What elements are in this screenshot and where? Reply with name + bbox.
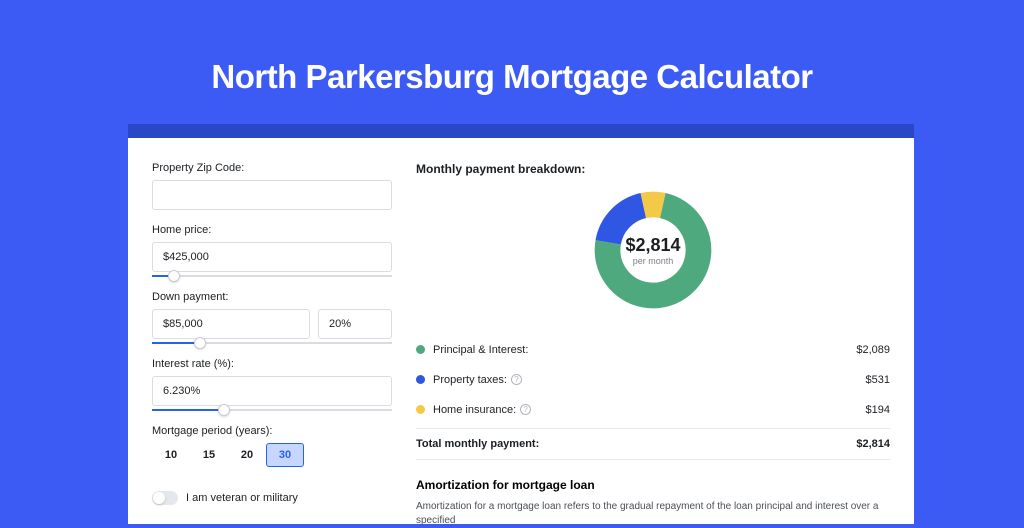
legend: Principal & Interest:$2,089Property taxe… xyxy=(416,334,890,424)
down-payment-pct-input[interactable] xyxy=(318,309,392,339)
donut-amount: $2,814 xyxy=(625,235,680,256)
home-price-input[interactable] xyxy=(152,242,392,272)
period-label: Mortgage period (years): xyxy=(152,425,398,437)
veteran-toggle-knob xyxy=(153,492,165,504)
donut-chart: $2,814 per month xyxy=(593,190,713,310)
interest-slider-thumb[interactable] xyxy=(218,404,230,416)
legend-dot-icon xyxy=(416,345,425,354)
period-button-15[interactable]: 15 xyxy=(190,443,228,467)
period-button-group: 10152030 xyxy=(152,443,398,467)
period-button-30[interactable]: 30 xyxy=(266,443,304,467)
breakdown-column: Monthly payment breakdown: $2,814 per mo… xyxy=(398,138,914,524)
zip-input[interactable] xyxy=(152,180,392,210)
veteran-label: I am veteran or military xyxy=(186,492,298,504)
interest-slider-fill xyxy=(152,409,224,411)
total-row: Total monthly payment: $2,814 xyxy=(416,428,890,460)
legend-label: Principal & Interest: xyxy=(433,344,856,356)
total-label: Total monthly payment: xyxy=(416,438,856,450)
legend-dot-icon xyxy=(416,375,425,384)
info-icon[interactable]: ? xyxy=(520,404,531,415)
legend-row: Home insurance:?$194 xyxy=(416,394,890,424)
veteran-row: I am veteran or military xyxy=(152,491,398,505)
page-title: North Parkersburg Mortgage Calculator xyxy=(0,0,1024,96)
interest-label: Interest rate (%): xyxy=(152,358,398,370)
calculator-panel: Property Zip Code: Home price: Down paym… xyxy=(128,138,914,524)
calculator-panel-wrap: Property Zip Code: Home price: Down paym… xyxy=(128,124,914,524)
legend-row: Property taxes:?$531 xyxy=(416,364,890,394)
donut-sub: per month xyxy=(633,256,674,266)
legend-label: Property taxes:? xyxy=(433,374,866,386)
legend-row: Principal & Interest:$2,089 xyxy=(416,334,890,364)
total-value: $2,814 xyxy=(856,438,890,450)
down-payment-label: Down payment: xyxy=(152,291,398,303)
home-price-slider-thumb[interactable] xyxy=(168,270,180,282)
period-button-20[interactable]: 20 xyxy=(228,443,266,467)
down-payment-slider-fill xyxy=(152,342,200,344)
info-icon[interactable]: ? xyxy=(511,374,522,385)
legend-dot-icon xyxy=(416,405,425,414)
amortization-text: Amortization for a mortgage loan refers … xyxy=(416,500,890,528)
home-price-slider[interactable] xyxy=(152,275,392,277)
donut-wrap: $2,814 per month xyxy=(416,184,890,328)
interest-slider[interactable] xyxy=(152,409,392,411)
home-price-label: Home price: xyxy=(152,224,398,236)
down-payment-input[interactable] xyxy=(152,309,310,339)
form-column: Property Zip Code: Home price: Down paym… xyxy=(128,138,398,524)
legend-value: $531 xyxy=(866,374,890,386)
down-payment-slider-thumb[interactable] xyxy=(194,337,206,349)
legend-label: Home insurance:? xyxy=(433,404,866,416)
breakdown-heading: Monthly payment breakdown: xyxy=(416,162,890,176)
legend-value: $194 xyxy=(866,404,890,416)
legend-value: $2,089 xyxy=(856,344,890,356)
period-button-10[interactable]: 10 xyxy=(152,443,190,467)
zip-label: Property Zip Code: xyxy=(152,162,398,174)
down-payment-slider[interactable] xyxy=(152,342,392,344)
veteran-toggle[interactable] xyxy=(152,491,178,505)
donut-center: $2,814 per month xyxy=(593,190,713,310)
interest-input[interactable] xyxy=(152,376,392,406)
amortization-heading: Amortization for mortgage loan xyxy=(416,478,890,492)
